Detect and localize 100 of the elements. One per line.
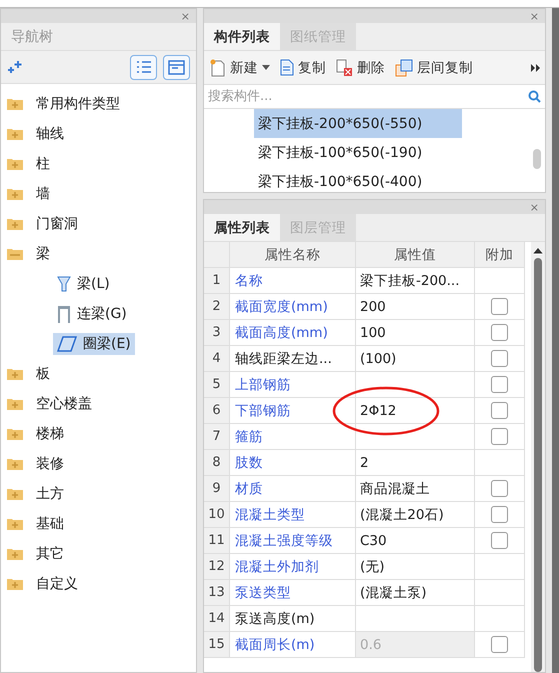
row-number: 7 [204,424,230,450]
tree-item[interactable]: 土方 [32,482,68,506]
folder-icon[interactable] [6,157,24,171]
delete-document-icon [336,58,353,76]
checkbox[interactable] [491,324,508,341]
sparkle-icon[interactable] [7,61,23,73]
checkbox[interactable] [491,428,508,445]
doorframe-icon [57,305,71,323]
folder-icon[interactable] [6,487,24,501]
row-number: 13 [204,580,230,606]
tree-item[interactable]: 圈梁(E) [53,333,135,355]
toolbar-button[interactable]: 删除 [334,58,387,76]
row-number: 9 [204,476,230,502]
toolbar-button[interactable]: 新建 [208,58,272,76]
property-value[interactable]: 2 [356,450,475,476]
tree-item[interactable]: 柱 [32,152,54,176]
row-number: 1 [204,268,230,294]
property-value[interactable]: C30 [356,528,475,554]
search-icon[interactable] [528,90,541,103]
list-item[interactable]: 梁下挂板-100*650(-400) [254,167,462,192]
tree-item[interactable]: 常用构件类型 [32,92,124,116]
folder-icon[interactable] [6,97,24,111]
list-view-button[interactable] [130,54,157,80]
property-value[interactable] [356,424,475,450]
scrollbar-thumb[interactable] [533,149,541,169]
row-number: 11 [204,528,230,554]
row-number: 12 [204,554,230,580]
folder-icon[interactable] [6,427,24,441]
checkbox[interactable] [491,402,508,419]
panel-title: 导航树 [1,23,196,51]
checkbox[interactable] [491,532,508,549]
property-value[interactable]: 商品混凝土 [356,476,475,502]
property-value[interactable]: 200 [356,294,475,320]
property-value[interactable]: (混凝土20石) [356,502,475,528]
row-number: 10 [204,502,230,528]
row-number: 5 [204,372,230,398]
folder-icon[interactable] [6,217,24,231]
folder-icon[interactable] [6,397,24,411]
property-value[interactable]: (100) [356,346,475,372]
column-header: 属性值 [356,242,475,268]
funnel-icon [57,276,71,292]
row-number: 4 [204,346,230,372]
tab[interactable]: 构件列表 [204,23,280,50]
toolbar-button[interactable]: 层间复制 [393,58,475,76]
tree-item[interactable]: 其它 [32,542,68,566]
tree-item[interactable]: 空心楼盖 [32,392,96,416]
overflow-icon[interactable] [531,64,541,72]
folder-icon[interactable] [6,517,24,531]
list-icon [136,60,152,74]
row-number: 3 [204,320,230,346]
window-icon [168,60,185,74]
property-value[interactable]: 梁下挂板-200... [356,268,475,294]
tree-item[interactable]: 自定义 [32,572,82,596]
column-header: 属性名称 [230,242,356,268]
checkbox[interactable] [491,298,508,315]
row-number: 2 [204,294,230,320]
row-number: 6 [204,398,230,424]
property-value[interactable]: 100 [356,320,475,346]
folder-icon[interactable] [6,577,24,591]
property-value[interactable]: (无) [356,554,475,580]
folder-icon[interactable] [6,367,24,381]
new-document-icon [210,58,226,76]
checkbox[interactable] [491,376,508,393]
up-arrow-icon[interactable] [533,248,543,254]
tree-item[interactable]: 装修 [32,452,68,476]
tree-item[interactable]: 梁 [32,242,54,266]
folder-icon[interactable] [6,457,24,471]
tree-item[interactable]: 轴线 [32,122,68,146]
document-icon [280,59,294,76]
folder-icon[interactable] [6,127,24,141]
tree-item[interactable]: 楼梯 [32,422,68,446]
folder-icon[interactable] [6,547,24,561]
checkbox[interactable] [491,350,508,367]
property-value[interactable]: (混凝土泵) [356,580,475,606]
tree-item[interactable]: 基础 [32,512,68,536]
toolbar-button[interactable]: 复制 [278,58,328,76]
open-folder-icon[interactable] [6,247,24,261]
checkbox[interactable] [491,506,508,523]
scrollbar[interactable] [531,242,545,672]
tree-item[interactable]: 墙 [32,182,54,206]
tree-item[interactable]: 门窗洞 [32,212,82,236]
property-value[interactable] [356,372,475,398]
tree-item[interactable]: 连梁(G) [53,303,131,325]
row-number: 14 [204,606,230,632]
list-item[interactable]: 梁下挂板-100*650(-190) [254,138,462,167]
list-item[interactable]: 梁下挂板-200*650(-550) [254,109,462,138]
window-view-button[interactable] [163,54,190,80]
checkbox[interactable] [491,480,508,497]
column-header: 附加 [475,242,525,268]
tree-item[interactable]: 板 [32,362,54,386]
row-number: 15 [204,632,230,658]
parallelogram-icon [57,336,77,352]
property-value[interactable]: 2Φ12 [356,398,475,424]
tree-item[interactable]: 梁(L) [53,273,114,295]
tab[interactable]: 属性列表 [204,214,280,241]
caret-icon [262,65,270,70]
layers-icon [395,58,413,76]
row-number: 8 [204,450,230,476]
table-cell [475,580,525,606]
folder-icon[interactable] [6,187,24,201]
